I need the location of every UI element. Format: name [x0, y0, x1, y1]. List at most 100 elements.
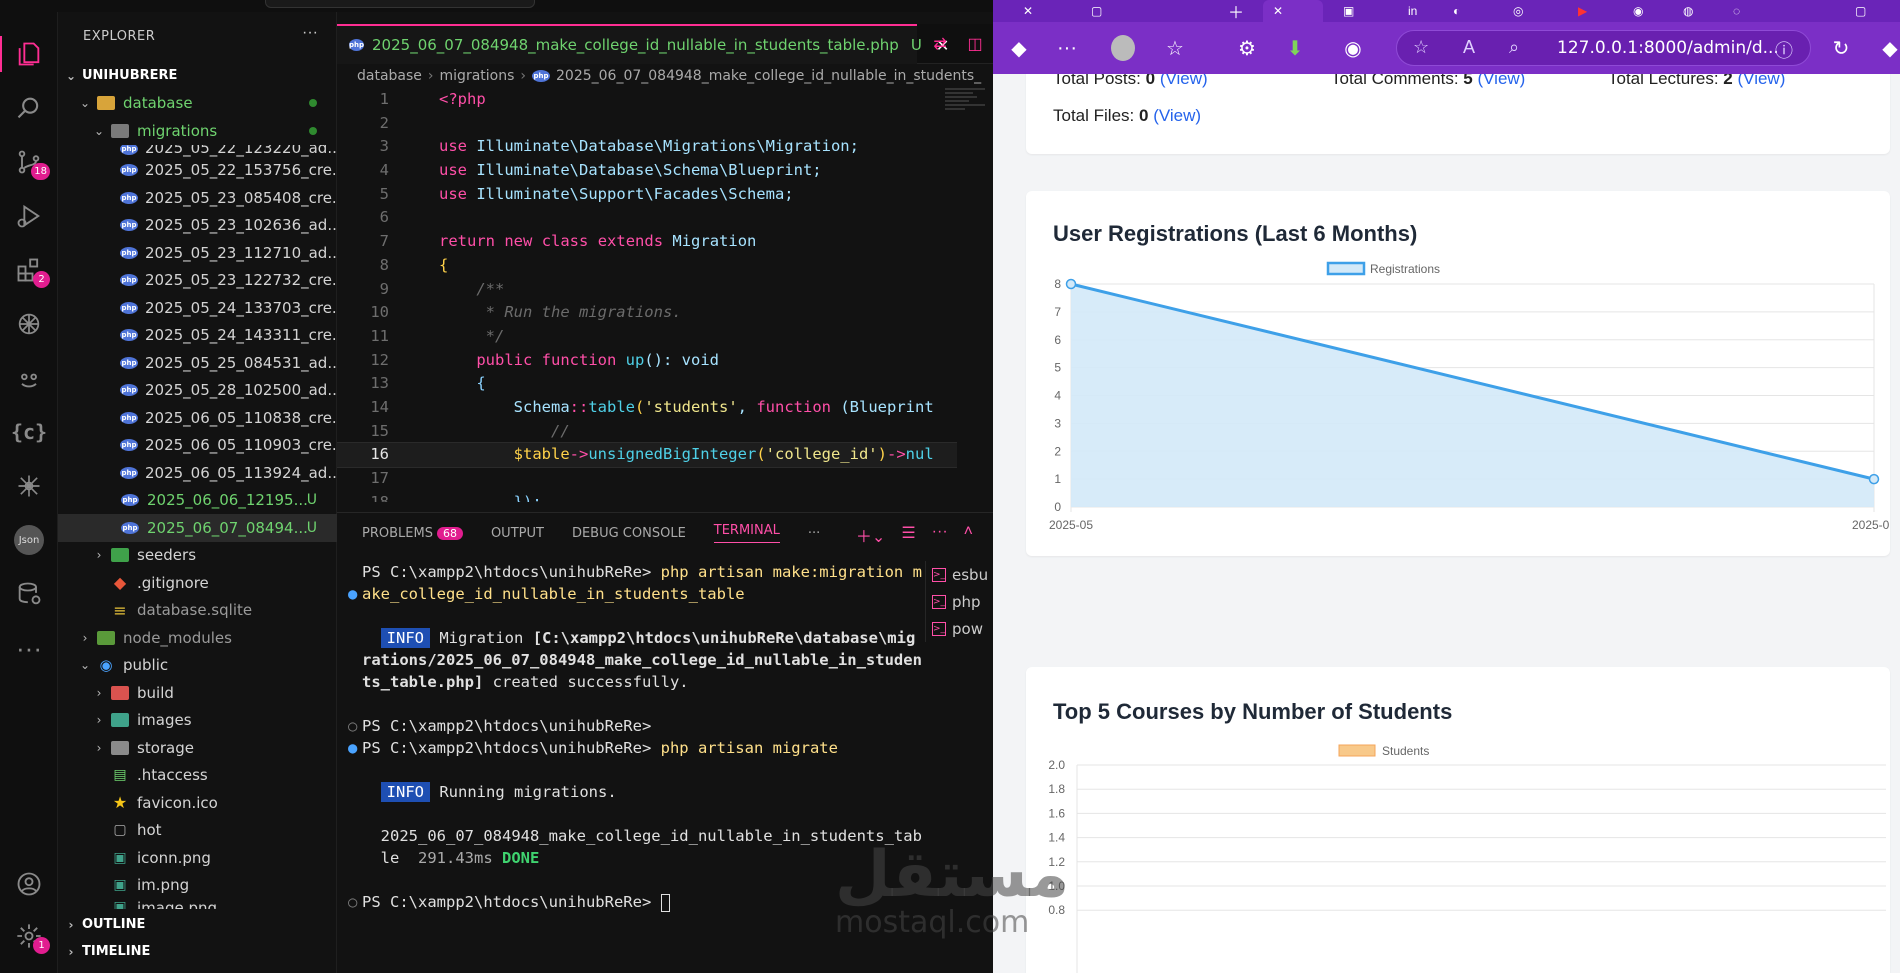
folder-seeders[interactable]: › seeders	[58, 542, 337, 570]
timeline-section[interactable]: › TIMELINE	[58, 938, 337, 966]
breadcrumb-item[interactable]: 2025_06_07_084948_make_college_id_nullab…	[556, 68, 981, 84]
migration-file[interactable]: php 2025_05_25_084531_ad...	[58, 349, 342, 377]
migration-file[interactable]: php 2025_05_22_123220_ad...	[58, 144, 337, 157]
url-text[interactable]: 127.0.0.1:8000/admin/d...	[1557, 38, 1779, 58]
tab-debug-console[interactable]: DEBUG CONSOLE	[572, 526, 686, 541]
folder-build[interactable]: › build	[58, 679, 337, 707]
migration-file[interactable]: php 2025_05_23_122732_cre...	[58, 267, 346, 295]
tab-output[interactable]: OUTPUT	[491, 526, 544, 541]
breadcrumb-item[interactable]: migrations	[440, 68, 515, 84]
migration-file[interactable]: php 2025_05_22_153756_cre...	[58, 157, 346, 185]
terminal-list-item[interactable]: >_ esbu	[932, 561, 993, 588]
variables-icon[interactable]: {c}	[0, 408, 58, 456]
outline-section[interactable]: › OUTLINE	[58, 911, 337, 939]
migration-file[interactable]: php 2025_05_24_143311_cre...	[58, 322, 346, 350]
close-icon[interactable]: ✕	[1023, 0, 1033, 22]
address-bar[interactable]: ☆ A ⌕ 127.0.0.1:8000/admin/d... ⓘ	[1396, 30, 1811, 66]
explorer-icon[interactable]	[0, 30, 58, 78]
source-control-icon[interactable]: 18	[0, 138, 58, 186]
migration-file-selected[interactable]: php 2025_06_07_08494... U	[58, 514, 337, 542]
tab-problems[interactable]: PROBLEMS 68	[362, 526, 463, 541]
more-icon[interactable]: ···	[932, 523, 948, 547]
more-icon[interactable]: ···	[0, 624, 58, 672]
refresh-icon[interactable]: ↻	[1829, 36, 1853, 60]
migration-file-untracked[interactable]: php 2025_06_06_12195... U	[58, 487, 337, 515]
migration-file[interactable]: php 2025_05_23_112710_ad...	[58, 239, 342, 267]
code-editor[interactable]: 1 <?php 2 3 use Illuminate\Database\Migrat…	[337, 88, 957, 502]
split-editor-icon[interactable]: ◫	[968, 34, 983, 54]
globe-icon[interactable]: ◎	[1513, 0, 1523, 22]
editor-tab-active[interactable]: php 2025_06_07_084948_make_college_id_nu…	[337, 24, 949, 64]
breadcrumb-item[interactable]: database	[357, 68, 422, 84]
folder-storage[interactable]: › storage	[58, 734, 337, 762]
extensions-icon[interactable]: 2	[0, 246, 58, 294]
file-htaccess[interactable]: ▤ .htaccess	[58, 762, 337, 790]
run-debug-icon[interactable]	[0, 192, 58, 240]
file-gitignore[interactable]: ◆ .gitignore	[58, 569, 337, 597]
browser-tab[interactable]: ▢	[1091, 0, 1102, 22]
browser-tab-icon[interactable]: ◌	[1733, 0, 1740, 22]
search-icon[interactable]: ⌕	[1509, 37, 1519, 58]
linkedin-icon[interactable]: in	[1408, 0, 1417, 22]
favorite-star-icon[interactable]: ☆	[1413, 37, 1429, 58]
tab-terminal[interactable]: TERMINAL	[713, 523, 780, 543]
file-favicon[interactable]: ★ favicon.ico	[58, 789, 337, 817]
copilot-icon[interactable]: ◆	[1878, 36, 1900, 60]
extension-icon[interactable]: ◉	[1341, 36, 1365, 60]
more-icon[interactable]: ···	[1055, 36, 1079, 60]
migration-file[interactable]: php 2025_05_23_085408_cre...	[58, 184, 346, 212]
folder-node-modules[interactable]: › node_modules	[58, 624, 337, 652]
folder-images[interactable]: › images	[58, 707, 337, 735]
file-hot[interactable]: ▢ hot	[58, 817, 337, 845]
explorer-more-icon[interactable]: ···	[302, 24, 318, 42]
browser-tab-icon[interactable]: ◐	[1453, 0, 1460, 22]
migration-file[interactable]: php 2025_06_05_110903_cre...	[58, 432, 346, 460]
extensions-icon[interactable]: ⚙	[1235, 36, 1259, 60]
copilot-icon[interactable]: ◆	[1007, 36, 1031, 60]
browser-tab-active[interactable]	[1263, 0, 1323, 22]
database-icon[interactable]	[0, 570, 58, 618]
browser-tab-icon[interactable]: ▣	[1343, 0, 1354, 22]
migration-file[interactable]: php 2025_06_05_110838_cre...	[58, 404, 346, 432]
top-courses-bar-chart[interactable]: Students 2.0 1.8 1.6 1.4 1.2 1.0 0.8	[1026, 667, 1890, 973]
youtube-icon[interactable]: ▶	[1578, 0, 1587, 22]
info-icon[interactable]: ⓘ	[1775, 37, 1793, 63]
view-link[interactable]: (View)	[1477, 74, 1525, 88]
json-icon[interactable]: Json	[0, 516, 58, 564]
read-aloud-icon[interactable]: A	[1463, 37, 1475, 58]
terminal-output[interactable]: PS C:\xampp2\htdocs\unihubReRe> php arti…	[348, 561, 942, 913]
new-tab-icon[interactable]: ＋	[1228, 0, 1244, 22]
migration-file[interactable]: php 2025_05_23_102636_ad...	[58, 212, 342, 240]
folder-database[interactable]: ⌄ database	[58, 90, 337, 118]
new-terminal-icon[interactable]: ＋⌄	[856, 523, 885, 547]
folder-migrations[interactable]: ⌄ migrations	[58, 117, 337, 145]
compare-icon[interactable]: ⇄	[933, 34, 946, 54]
project-root[interactable]: ⌄ UNIHUBRERE	[58, 62, 337, 90]
migration-file[interactable]: php 2025_05_24_133703_cre...	[58, 294, 346, 322]
browser-tab-icon[interactable]: ✕	[1273, 0, 1283, 22]
terminal-list-item[interactable]: >_ php	[932, 588, 993, 615]
migration-file[interactable]: php 2025_05_28_102500_ad...	[58, 377, 342, 405]
network-icon[interactable]	[0, 462, 58, 510]
favorites-icon[interactable]: ☆	[1163, 36, 1187, 60]
migration-file[interactable]: php 2025_06_05_113924_ad...	[58, 459, 342, 487]
profile-avatar[interactable]	[1111, 35, 1135, 61]
view-link[interactable]: (View)	[1738, 74, 1786, 88]
registrations-line-chart[interactable]: Registrations 0 1 2 3 4 5 6 7 8 2025-05 2025-06	[1026, 191, 1890, 556]
manage-gear-icon[interactable]: 1	[0, 912, 58, 960]
download-icon[interactable]: ⬇	[1283, 36, 1307, 60]
file-image-png[interactable]: ▣ image.png	[58, 899, 337, 909]
view-link[interactable]: (View)	[1153, 106, 1201, 125]
browser-tab-icon[interactable]: ▢	[1855, 0, 1866, 22]
file-iconn-png[interactable]: ▣ iconn.png	[58, 844, 337, 872]
chatgpt-icon[interactable]	[0, 300, 58, 348]
copilot-icon[interactable]	[0, 354, 58, 402]
more-icon[interactable]: ···	[808, 526, 820, 541]
folder-public[interactable]: ⌄ ◉ public	[58, 652, 337, 680]
account-icon[interactable]	[0, 860, 58, 908]
github-icon[interactable]: ◍	[1683, 0, 1693, 22]
file-sqlite[interactable]: ≡ database.sqlite	[58, 597, 337, 625]
search-icon[interactable]	[0, 84, 58, 132]
terminal-layout-icon[interactable]: ☰	[901, 523, 915, 547]
chevron-up-icon[interactable]: ˄	[964, 523, 973, 547]
